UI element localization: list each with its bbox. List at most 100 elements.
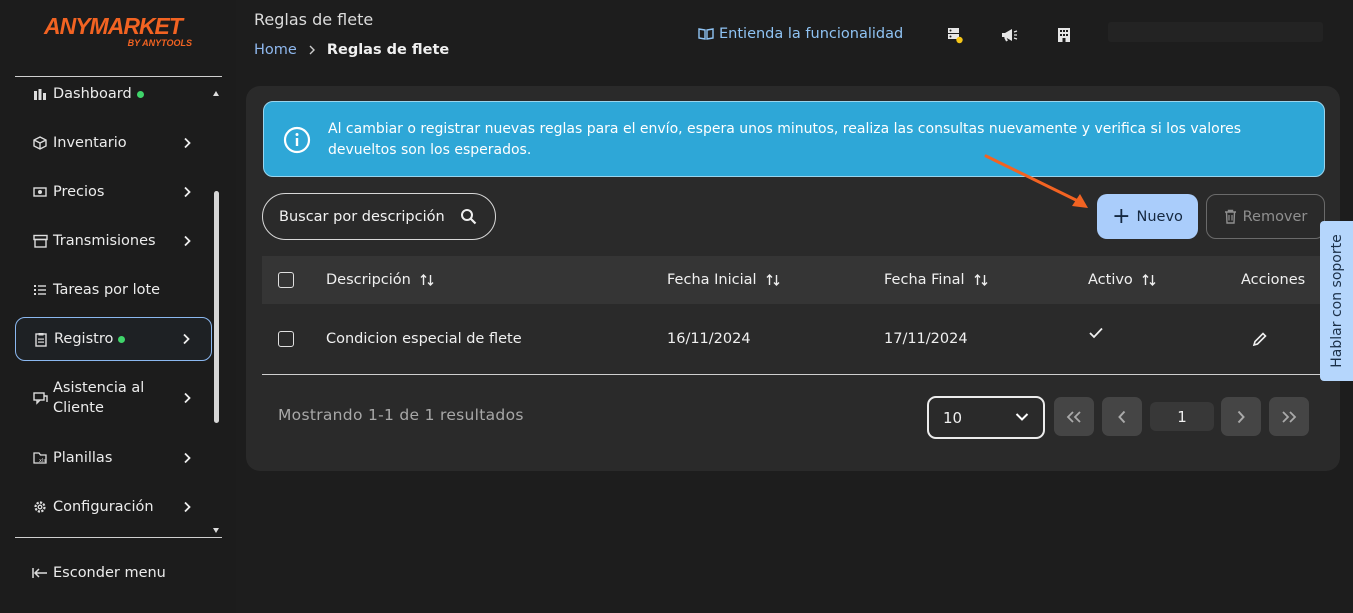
chevron-right-icon [184, 392, 191, 404]
chevron-right-icon [184, 452, 191, 464]
remove-button-label: Remover [1242, 208, 1308, 225]
chevron-right-icon [184, 137, 191, 149]
hide-menu-button[interactable]: Esconder menu [32, 565, 166, 581]
sort-icon [420, 274, 434, 286]
sidebar-item-label: Dashboard [53, 86, 132, 102]
sidebar-scrollbar[interactable] [214, 191, 219, 423]
box-icon [32, 135, 48, 151]
status-dot [136, 90, 144, 98]
breadcrumb-current: Reglas de flete [326, 42, 450, 58]
sidebar-item-asistencia[interactable]: Asistencia al Cliente [15, 376, 212, 420]
chevron-left-icon [1118, 410, 1126, 423]
info-alert: Al cambiar o registrar nuevas reglas par… [263, 101, 1325, 177]
sidebar-item-dashboard[interactable]: Dashboard [15, 78, 212, 116]
support-tab[interactable]: Hablar con soporte [1320, 221, 1353, 381]
scroll-up-arrow[interactable] [213, 91, 219, 96]
last-page-button[interactable] [1269, 397, 1309, 436]
sidebar-item-registro[interactable]: Registro [15, 317, 212, 361]
bar-chart-icon [32, 86, 48, 102]
sidebar-item-tareas-por-lote[interactable]: Tareas por lote [15, 268, 212, 312]
per-page-select[interactable]: 10 [927, 396, 1045, 439]
page-title: Reglas de flete [254, 10, 374, 29]
chevron-right-icon [184, 235, 191, 247]
next-page-button[interactable] [1221, 397, 1261, 436]
brand-logo[interactable]: ANYMARKET BY ANYTOOLS [44, 14, 194, 48]
chat-icon [32, 390, 48, 406]
chevron-down-icon [1015, 413, 1029, 421]
cell-end-date: 17/11/2024 [884, 331, 968, 347]
per-page-value: 10 [943, 408, 963, 427]
book-icon [698, 28, 714, 40]
new-button-label: Nuevo [1136, 208, 1183, 225]
search-placeholder: Buscar por descripción [279, 208, 445, 225]
row-checkbox[interactable] [278, 331, 294, 347]
sidebar-divider-top [15, 76, 222, 77]
building-icon[interactable] [1055, 26, 1073, 44]
search-input[interactable]: Buscar por descripción [262, 193, 496, 240]
cell-actions [1252, 304, 1268, 374]
sidebar-item-label: Transmisiones [53, 233, 156, 249]
alert-text: Al cambiar o registrar nuevas reglas par… [328, 121, 1242, 158]
plus-icon: + [1112, 203, 1131, 229]
chevron-right-icon [309, 45, 315, 55]
arrow-left-icon [32, 568, 47, 578]
double-chevron-left-icon [1066, 410, 1081, 423]
table-row[interactable]: Condicion especial de flete 16/11/2024 1… [262, 304, 1324, 375]
sidebar-item-label: Asistencia al Cliente [53, 380, 145, 416]
new-button[interactable]: + Nuevo [1097, 194, 1198, 239]
chevron-right-icon [183, 333, 190, 345]
sidebar-item-planillas[interactable]: xls Planillas [15, 436, 212, 480]
chevron-right-icon [184, 186, 191, 198]
sort-icon [766, 274, 780, 286]
prev-page-button[interactable] [1102, 397, 1142, 436]
column-acciones: Acciones [1241, 272, 1306, 288]
info-icon [283, 126, 311, 154]
annotation-arrow [984, 154, 1088, 208]
results-count: Mostrando 1-1 de 1 resultados [278, 406, 524, 424]
cell-start-date: 16/11/2024 [667, 331, 751, 347]
sort-icon [1142, 274, 1156, 286]
status-dot [118, 335, 126, 343]
first-page-button[interactable] [1054, 397, 1094, 436]
hide-menu-label: Esconder menu [53, 565, 166, 581]
column-fecha-inicial[interactable]: Fecha Inicial [667, 256, 781, 304]
sidebar-item-label: Registro [54, 331, 114, 347]
breadcrumb: Home Reglas de flete [254, 42, 449, 58]
brand-name: ANYMARKET [44, 13, 183, 39]
megaphone-icon[interactable] [1000, 26, 1018, 44]
sidebar: ANYMARKET BY ANYTOOLS Dashboard Inventar… [0, 0, 236, 613]
sidebar-item-inventario[interactable]: Inventario [15, 121, 212, 165]
sidebar-item-transmisiones[interactable]: Transmisiones [15, 219, 212, 263]
scroll-down-arrow[interactable] [213, 528, 219, 533]
sidebar-item-label: Precios [53, 184, 105, 200]
chevron-right-icon [184, 501, 191, 513]
select-all-checkbox[interactable] [278, 272, 294, 288]
sort-icon [974, 274, 988, 286]
check-icon [1089, 327, 1103, 339]
cell-description: Condicion especial de flete [326, 331, 522, 347]
store-icon [32, 233, 48, 249]
column-descripcion[interactable]: Descripción [326, 256, 435, 304]
cell-active [1088, 298, 1104, 368]
user-account-box[interactable] [1108, 22, 1323, 42]
breadcrumb-home[interactable]: Home [254, 42, 297, 58]
column-activo[interactable]: Activo [1088, 256, 1157, 304]
brand-by: BY ANYTOOLS [127, 38, 192, 48]
sidebar-item-configuracion[interactable]: Configuración [15, 485, 212, 529]
column-fecha-final[interactable]: Fecha Final [884, 256, 989, 304]
clipboard-icon [33, 331, 49, 347]
sidebar-item-label: Planillas [53, 450, 113, 466]
table-header: Descripción Fecha Inicial Fecha Final Ac… [262, 256, 1324, 304]
current-page[interactable]: 1 [1150, 402, 1214, 431]
learn-functionality-link[interactable]: Entienda la funcionalidad [698, 26, 903, 42]
server-status-icon[interactable] [946, 26, 964, 44]
sidebar-item-label: Inventario [53, 135, 127, 151]
spreadsheet-icon: xls [32, 450, 48, 466]
support-tab-label: Hablar con soporte [1328, 234, 1345, 368]
remove-button[interactable]: Remover [1206, 194, 1325, 239]
sidebar-divider-bottom [15, 537, 222, 538]
sidebar-item-precios[interactable]: Precios [15, 170, 212, 214]
search-icon [461, 209, 477, 225]
gear-icon [32, 499, 48, 515]
edit-pencil-icon[interactable] [1252, 331, 1268, 347]
